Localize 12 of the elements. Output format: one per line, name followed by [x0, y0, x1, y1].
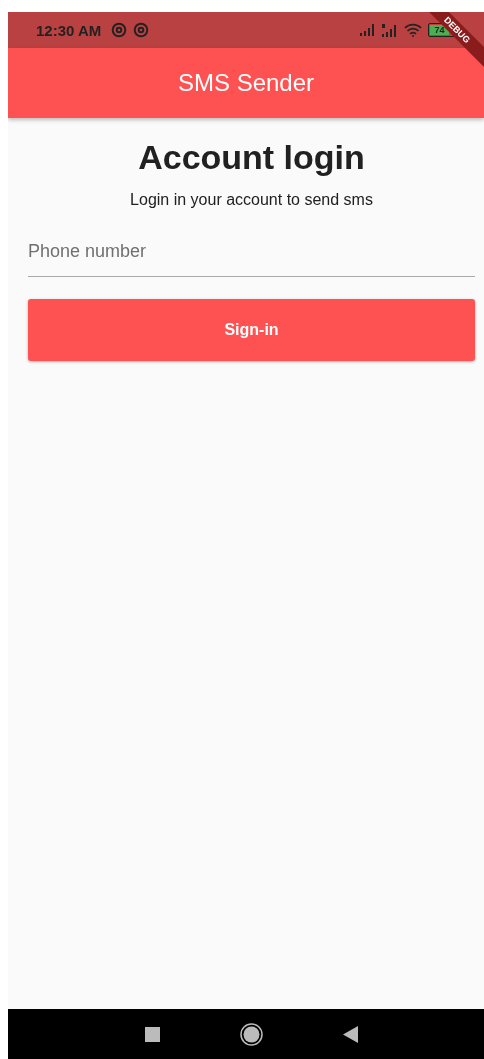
recents-icon[interactable]	[144, 1026, 160, 1042]
wifi-icon	[404, 23, 422, 37]
signal-icon	[382, 23, 398, 37]
home-icon[interactable]	[239, 1022, 263, 1046]
app-title: SMS Sender	[177, 69, 315, 97]
login-heading: Account login	[138, 138, 365, 177]
login-subtitle: Login in your account to send sms	[130, 191, 373, 209]
phone-field[interactable]: Phone number	[28, 235, 475, 277]
sign-in-button[interactable]: Sign-in	[28, 299, 475, 361]
back-icon[interactable]	[342, 1025, 358, 1043]
status-time: 12:30 AM	[36, 21, 102, 39]
signal-icon	[360, 24, 376, 36]
